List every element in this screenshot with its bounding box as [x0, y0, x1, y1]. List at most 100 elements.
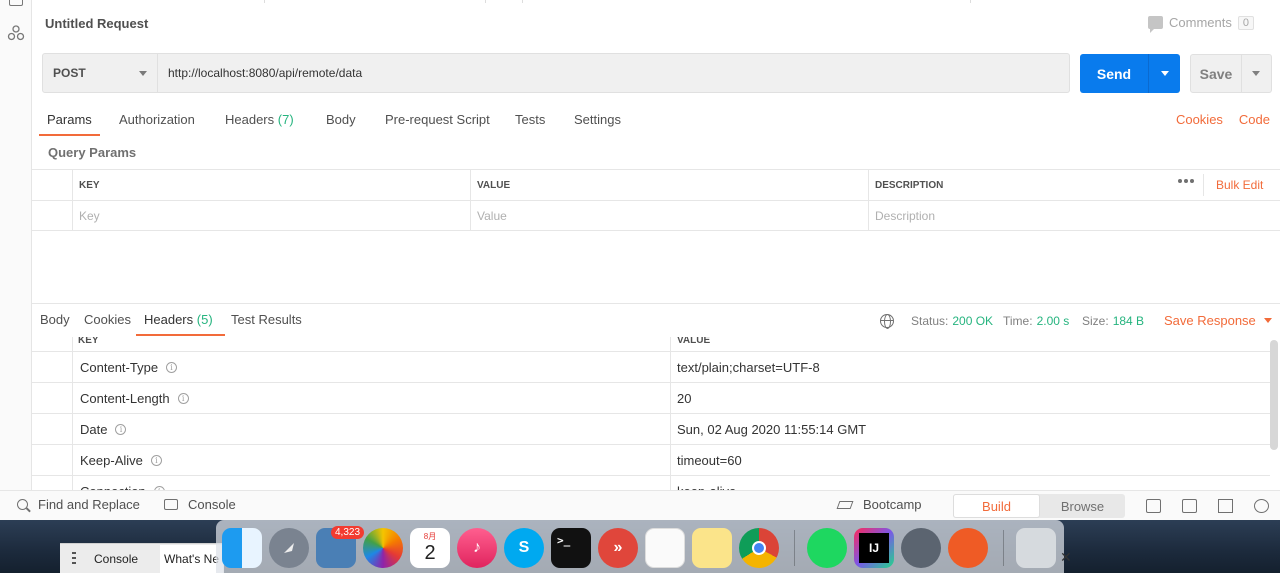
header-key: Content-Length i — [80, 391, 189, 406]
sidebar-toggle-icon[interactable] — [1146, 499, 1161, 513]
tableplus-icon[interactable] — [901, 528, 941, 568]
tab-test-results[interactable]: Test Results — [231, 312, 302, 336]
apis-icon[interactable] — [7, 24, 25, 42]
bulk-edit-divider — [1203, 174, 1204, 196]
param-description-input[interactable]: Description — [868, 200, 1280, 231]
tab-headers[interactable]: Headers (7) — [225, 112, 294, 136]
build-mode-button[interactable]: Build — [953, 494, 1040, 518]
find-replace-label: Find and Replace — [38, 497, 140, 512]
tab-strip-edge — [32, 0, 1280, 3]
intellij-icon[interactable]: IJ — [854, 528, 894, 568]
table-row: Connectioni keep-alive — [32, 476, 1270, 490]
response-scrollbar[interactable] — [1270, 340, 1278, 450]
left-rail — [0, 0, 32, 490]
size-value: 184 B — [1112, 314, 1145, 328]
console-icon — [164, 499, 178, 510]
url-input[interactable] — [158, 53, 1070, 93]
status-readout: Status: 200 OK — [911, 314, 993, 328]
bootcamp-button[interactable]: Bootcamp — [837, 497, 922, 512]
query-params-table: KEY VALUE DESCRIPTION Bulk Edit Key Valu… — [32, 169, 1280, 231]
status-label: Status: — [911, 314, 949, 328]
console-button[interactable]: Console — [164, 497, 236, 512]
notes-icon[interactable] — [692, 528, 732, 568]
save-options-chevron-icon[interactable] — [1242, 55, 1271, 92]
header-key: Keep-Alive i — [80, 453, 162, 468]
close-icon[interactable]: ✕ — [1060, 549, 1072, 566]
tab-response-headers[interactable]: Headers (5) — [136, 312, 225, 336]
tab-tests[interactable]: Tests — [515, 112, 545, 136]
finder-icon[interactable] — [222, 528, 262, 568]
status-value: 200 OK — [952, 314, 994, 328]
tab-headers-label: Headers — [225, 112, 275, 127]
request-title[interactable]: Untitled Request — [45, 16, 148, 31]
postman-icon[interactable] — [948, 528, 988, 568]
tab-settings[interactable]: Settings — [574, 112, 621, 136]
tab-pre-request-script[interactable]: Pre-request Script — [385, 112, 490, 136]
header-value: 20 — [677, 391, 692, 406]
param-key-input[interactable]: Key — [72, 200, 470, 231]
tab-body[interactable]: Body — [326, 112, 356, 136]
request-tabs: Params Authorization Headers (7) Body Pr… — [32, 106, 1280, 136]
time-value: 2.00 s — [1036, 314, 1070, 328]
column-header-key: KEY — [72, 170, 470, 201]
info-icon[interactable]: i — [177, 393, 189, 404]
photos-icon[interactable] — [363, 528, 403, 568]
code-link[interactable]: Code — [1239, 112, 1270, 127]
table-row: Content-Length i 20 — [32, 383, 1270, 414]
size-label: Size: — [1082, 314, 1109, 328]
find-replace-button[interactable]: Find and Replace — [17, 497, 140, 512]
headers-count: (7) — [277, 112, 294, 127]
background-tab-whats-new[interactable]: What's Ne — [160, 544, 224, 573]
spotify-icon[interactable] — [807, 528, 847, 568]
bulk-edit-link[interactable]: Bulk Edit — [1216, 178, 1263, 192]
response-headers-header-row: KEY VALUE — [32, 337, 1270, 352]
response-tabs: Body Cookies Headers (5) Test Results St… — [32, 303, 1280, 337]
send-button[interactable]: Send — [1080, 54, 1180, 93]
trash-icon[interactable] — [1016, 528, 1056, 568]
save-button[interactable]: Save — [1190, 54, 1272, 93]
browse-mode-button[interactable]: Browse — [1040, 494, 1125, 518]
info-icon[interactable]: i — [150, 455, 162, 466]
response-headers-count: (5) — [196, 312, 213, 327]
music-icon[interactable]: ♪ — [457, 528, 497, 568]
reminders-icon[interactable] — [645, 528, 685, 568]
tab-response-body[interactable]: Body — [40, 312, 70, 336]
skype-icon[interactable]: S — [504, 528, 544, 568]
tab-response-headers-label: Headers — [144, 312, 194, 327]
param-value-input[interactable]: Value — [470, 200, 868, 231]
comments-count: 0 — [1237, 15, 1254, 30]
table-row: Date i Sun, 02 Aug 2020 11:55:14 GMT — [32, 414, 1270, 445]
method-select[interactable]: POST — [42, 53, 158, 93]
remote-desktop-icon[interactable]: » — [598, 528, 638, 568]
info-icon[interactable]: i — [115, 424, 127, 435]
header-key-text: Date — [80, 422, 108, 437]
more-options-icon[interactable] — [1178, 179, 1194, 183]
cookies-link[interactable]: Cookies — [1176, 112, 1223, 127]
tab-response-cookies[interactable]: Cookies — [84, 312, 131, 336]
launchpad-icon[interactable] — [269, 528, 309, 568]
save-response-button[interactable]: Save Response — [1164, 313, 1272, 328]
tab-params[interactable]: Params — [39, 112, 100, 136]
comments-button[interactable]: Comments 0 — [1148, 15, 1254, 33]
keyboard-shortcuts-icon[interactable] — [1218, 499, 1233, 513]
globe-icon[interactable] — [880, 314, 894, 329]
save-response-label: Save Response — [1164, 313, 1256, 328]
tab-authorization[interactable]: Authorization — [119, 112, 195, 136]
help-icon[interactable] — [1254, 499, 1269, 513]
header-value: text/plain;charset=UTF-8 — [677, 360, 820, 375]
two-pane-view-icon[interactable] — [1182, 499, 1197, 513]
background-tab-console[interactable]: Console — [94, 552, 138, 566]
info-icon[interactable]: i — [166, 362, 178, 373]
chrome-icon[interactable] — [739, 528, 779, 568]
background-window-tabs: Console What's Ne — [60, 543, 224, 573]
send-options-chevron-icon[interactable] — [1149, 54, 1180, 93]
search-icon — [17, 499, 28, 510]
header-value: timeout=60 — [677, 453, 742, 468]
chevron-down-icon — [139, 71, 147, 76]
terminal-icon[interactable]: >_ — [551, 528, 591, 568]
history-icon[interactable] — [9, 0, 23, 6]
response-headers-table: KEY VALUE Content-Type i text/plain;chars… — [32, 337, 1270, 490]
column-header-value: VALUE — [677, 337, 711, 346]
calendar-icon[interactable]: 8月 2 — [410, 528, 450, 568]
header-key: Date i — [80, 422, 127, 437]
